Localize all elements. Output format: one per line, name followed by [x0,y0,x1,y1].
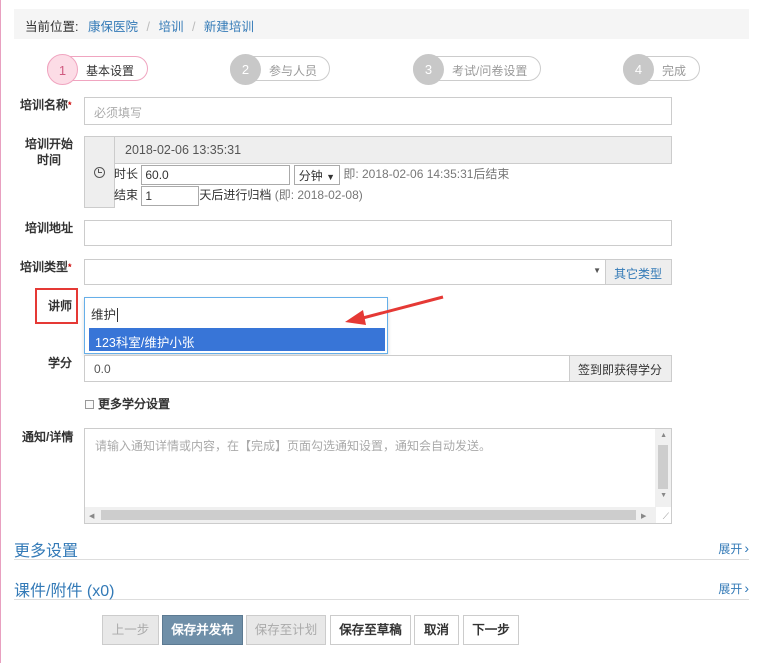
end-row: 结束 1 天后进行归档 (即: 2018-02-08) [114,186,363,206]
credit-input[interactable]: 0.0 [84,355,570,382]
archive-days-input[interactable]: 1 [141,186,200,206]
save-publish-button[interactable]: 保存并发布 [162,615,243,645]
scroll-down-icon[interactable]: ▼ [660,492,667,499]
training-type-label: 培训类型* [20,260,72,274]
step-label: 考试/问卷设置 [452,64,528,78]
step-number: 3 [413,54,444,85]
notice-placeholder: 请输入通知详情或内容，在【完成】页面勾选通知设置，通知会自动发送。 [95,439,492,453]
chevron-down-icon: ▼ [593,266,601,275]
attachments-title[interactable]: 课件/附件 (x0) [14,577,114,601]
save-draft-button[interactable]: 保存至草稿 [330,615,411,645]
step-label: 参与人员 [269,64,318,78]
more-settings-section: 更多设置 展开 › [14,536,749,560]
vertical-scroll-thumb[interactable] [658,445,668,489]
notice-label: 通知/详情 [22,430,74,444]
more-credit-checkbox-row[interactable]: 更多学分设置 [85,395,170,412]
chevron-right-icon: › [744,540,749,556]
scroll-up-icon[interactable]: ▲ [660,432,667,439]
required-mark: * [68,262,72,272]
annotation-arrow-icon [345,295,444,325]
step-label: 基本设置 [86,64,135,78]
required-mark: * [68,100,72,110]
breadcrumb: 当前位置: 康保医院 / 培训 / 新建培训 [14,9,749,39]
prev-step-button[interactable]: 上一步 [102,615,159,645]
notice-textarea[interactable]: 请输入通知详情或内容，在【完成】页面勾选通知设置，通知会自动发送。 ▲ ▼ ◀ … [84,428,672,524]
more-settings-expand[interactable]: 展开 › [718,540,749,557]
other-type-button[interactable]: 其它类型 [605,259,672,285]
scroll-right-icon[interactable]: ▶ [641,512,646,520]
step-number: 4 [623,54,654,85]
duration-row: 时长 60.0 分钟 ▼ 即: 2018-02-06 14:35:31后结束 [114,165,509,185]
teacher-suggestion-item[interactable]: 123科室/维护小张 [89,328,385,351]
breadcrumb-item-new-training[interactable]: 新建培训 [204,20,254,34]
checkin-credit-button[interactable]: 签到即获得学分 [569,355,672,382]
chevron-right-icon: › [744,580,749,596]
address-input[interactable] [84,220,672,246]
clock-icon [94,167,105,178]
duration-input[interactable]: 60.0 [141,165,291,185]
cancel-button[interactable]: 取消 [414,615,459,645]
attachments-expand[interactable]: 展开 › [718,580,749,597]
scroll-left-icon[interactable]: ◀ [89,512,94,520]
attachments-section: 课件/附件 (x0) 展开 › [14,576,749,600]
training-name-input[interactable]: 必须填写 [84,97,672,125]
step-label: 完成 [662,64,687,78]
clock-icon-cell [84,136,115,208]
breadcrumb-item-training[interactable]: 培训 [158,20,183,34]
end-hint: (即: 2018-02-08) [274,188,363,203]
start-time-label: 培训开始 时间 [24,137,73,167]
step-number: 2 [230,54,261,85]
training-name-label: 培训名称* [20,98,72,112]
breadcrumb-label: 当前位置: [25,20,79,34]
resize-handle-icon[interactable]: ⟋ [663,511,669,522]
dropdown-arrow-icon: ▼ [326,172,335,182]
address-label: 培训地址 [25,221,74,235]
duration-unit-select[interactable]: 分钟 ▼ [293,165,340,185]
step-basic-settings[interactable]: 1 基本设置 [47,54,148,85]
step-exam-settings[interactable]: 3 考试/问卷设置 [413,54,541,85]
start-time-group: 2018-02-06 13:35:31 时长 60.0 分钟 ▼ 即: 2018… [84,136,672,208]
step-number: 1 [47,54,78,85]
breadcrumb-separator: / [191,20,196,34]
start-time-input[interactable]: 2018-02-06 13:35:31 [114,136,672,164]
teacher-label: 讲师 [48,299,73,313]
credit-label: 学分 [48,356,73,370]
duration-hint: 即: 2018-02-06 14:35:31后结束 [343,167,510,182]
step-complete[interactable]: 4 完成 [623,54,700,85]
training-type-select[interactable]: ▼ [84,259,606,285]
breadcrumb-separator: / [146,20,150,34]
next-step-button[interactable]: 下一步 [463,615,519,645]
breadcrumb-item-hospital[interactable]: 康保医院 [88,20,138,34]
more-credit-checkbox[interactable] [85,400,94,409]
step-participants[interactable]: 2 参与人员 [230,54,330,85]
horizontal-scroll-thumb[interactable] [101,510,636,520]
save-plan-button[interactable]: 保存至计划 [246,615,326,645]
more-settings-title[interactable]: 更多设置 [14,537,78,561]
teacher-input[interactable]: 维护 [91,304,119,323]
